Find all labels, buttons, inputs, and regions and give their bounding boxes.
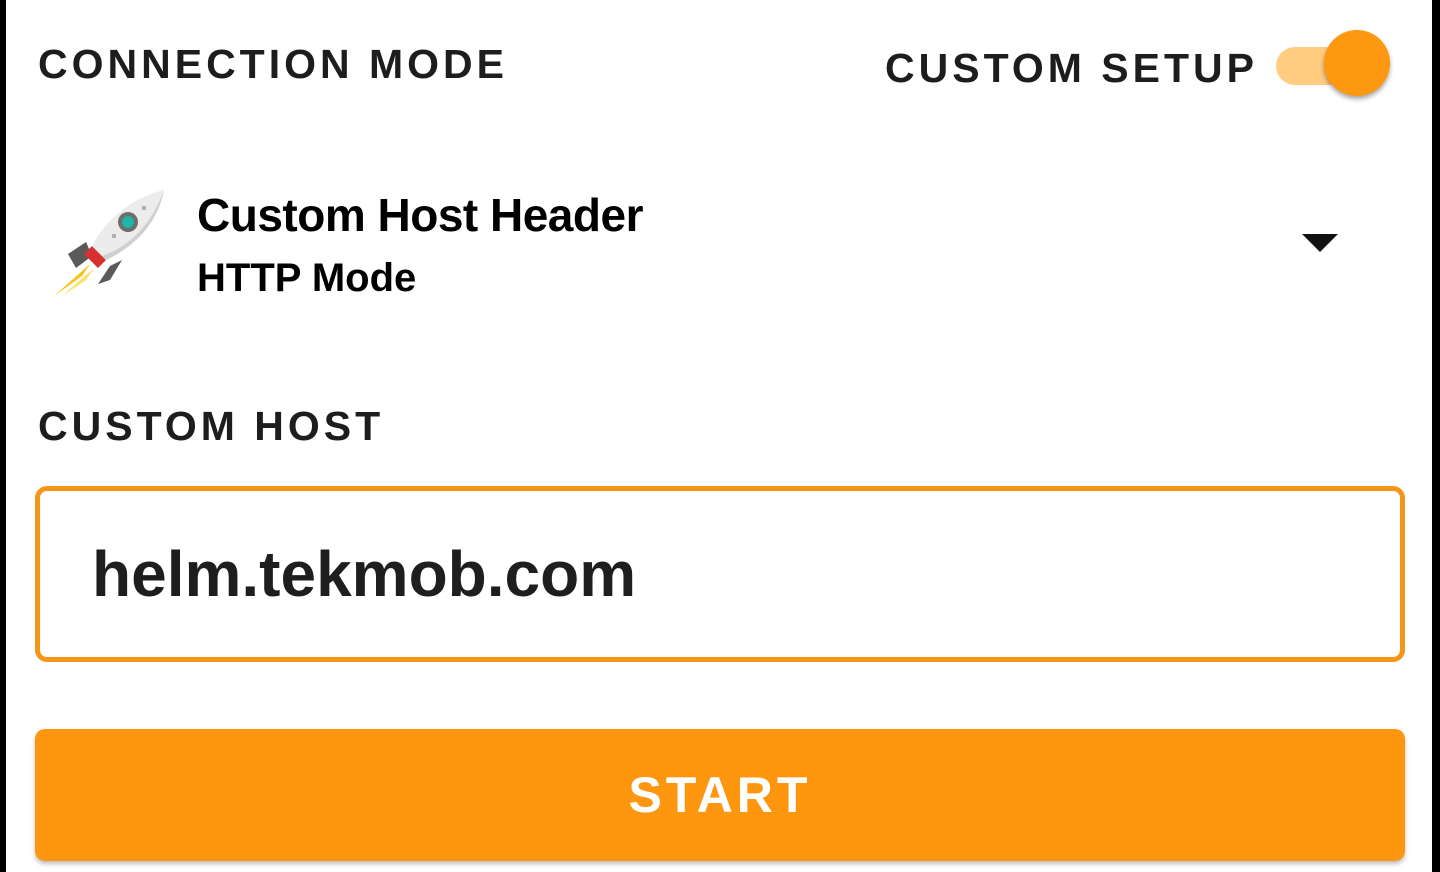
custom-host-field	[35, 486, 1405, 662]
rocket-icon	[54, 190, 164, 296]
connection-mode-label: CONNECTION MODE	[38, 41, 508, 87]
custom-host-label: CUSTOM HOST	[38, 403, 385, 449]
custom-setup-label: CUSTOM SETUP	[885, 45, 1258, 91]
left-edge	[0, 0, 6, 872]
custom-setup-toggle[interactable]	[1276, 30, 1394, 100]
right-edge	[1432, 0, 1440, 872]
toggle-knob	[1324, 30, 1390, 96]
dropdown-arrow-icon[interactable]	[1302, 234, 1338, 252]
connection-screen: CONNECTION MODE CUSTOM SETUP Custom Host…	[0, 0, 1440, 872]
start-button[interactable]: START	[35, 729, 1405, 861]
connection-mode-selector[interactable]: Custom Host Header HTTP Mode	[36, 170, 1376, 320]
mode-title: Custom Host Header	[197, 189, 643, 241]
mode-subtitle: HTTP Mode	[197, 256, 417, 300]
custom-host-input[interactable]	[40, 491, 1400, 657]
